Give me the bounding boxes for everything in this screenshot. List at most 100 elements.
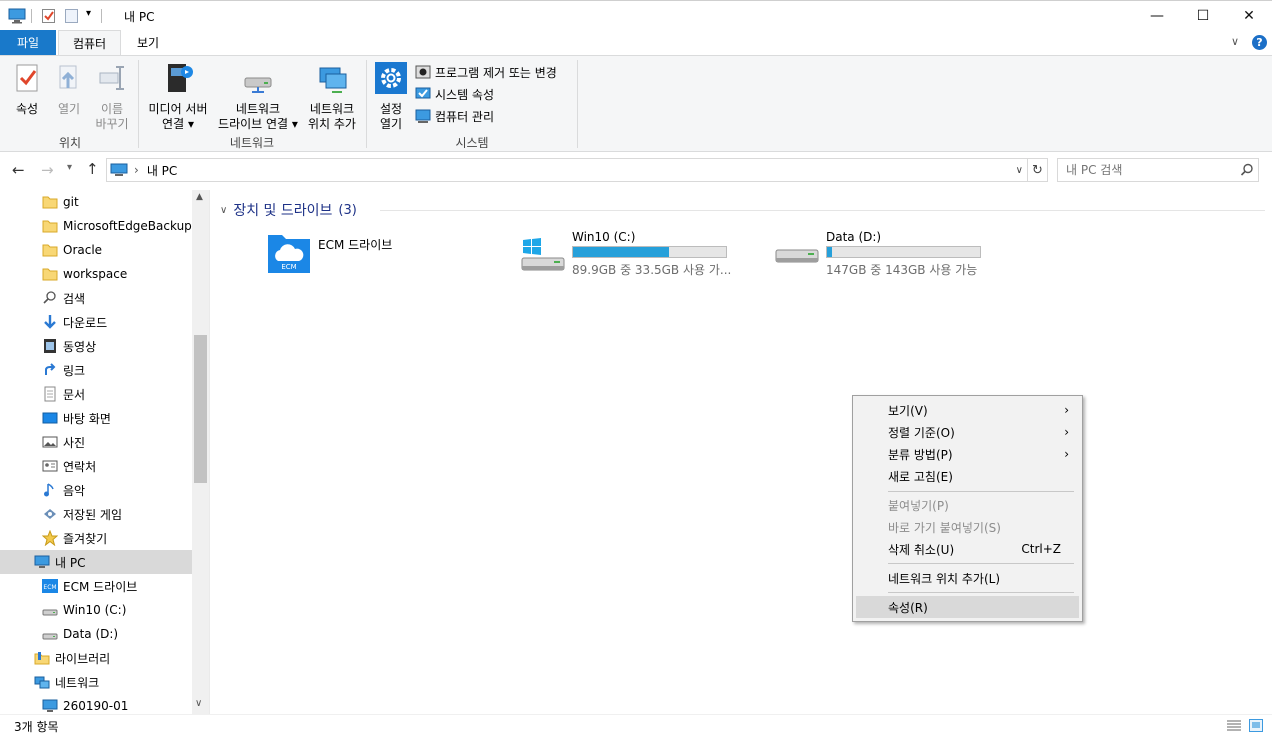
sidebar-item[interactable]: MicrosoftEdgeBackups <box>42 214 198 238</box>
navigation-pane: git MicrosoftEdgeBackups Oracle workspace 검색… <box>0 190 210 714</box>
menu-item-view[interactable]: 보기(V) › <box>856 399 1079 421</box>
menu-item-label: 삭제 취소(U) <box>888 542 955 557</box>
sidebar-scrollbar[interactable]: ▲ ∨ <box>192 190 209 714</box>
open-settings-button[interactable]: 설정 열기 <box>372 62 410 132</box>
computer-management-button[interactable]: 컴퓨터 관리 <box>415 105 557 127</box>
scrollbar-thumb[interactable] <box>194 335 207 483</box>
map-drive-icon <box>244 77 272 93</box>
ecm-icon: ECM <box>42 578 58 594</box>
sidebar-item[interactable]: 문서 <box>42 382 192 406</box>
devices-group-header[interactable]: ∨ 장치 및 드라이브 (3) <box>220 200 357 220</box>
sidebar-item[interactable]: 바탕 화면 <box>42 406 192 430</box>
up-arrow-icon[interactable]: ↑ <box>86 160 99 178</box>
sidebar-item[interactable]: git <box>42 190 192 214</box>
forward-arrow-icon[interactable]: → <box>41 161 54 179</box>
tab-computer[interactable]: 컴퓨터 <box>58 30 121 55</box>
status-bar: 3개 항목 <box>0 714 1272 737</box>
menu-item-paste-shortcut[interactable]: 바로 가기 붙여넣기(S) <box>856 516 1079 538</box>
collapse-chevron-icon[interactable]: ∨ <box>220 205 227 216</box>
collapse-ribbon-icon[interactable]: ∨ <box>1231 35 1239 48</box>
menu-item-add-network-location[interactable]: 네트워크 위치 추가(L) <box>856 567 1079 589</box>
sidebar-item[interactable]: 260190-01 <box>42 694 192 714</box>
sidebar-item-label: 연락처 <box>63 459 97 474</box>
scroll-up-icon[interactable]: ▲ <box>196 192 203 202</box>
item-count: 3개 항목 <box>14 720 59 734</box>
sidebar-item[interactable]: 검색 <box>42 286 192 310</box>
menu-separator <box>888 563 1074 564</box>
sidebar-item[interactable]: 연락처 <box>42 454 192 478</box>
properties-button[interactable]: 속성 <box>8 62 46 117</box>
menu-item-label: 새로 고침(E) <box>888 469 953 484</box>
search-input[interactable] <box>1066 163 1236 177</box>
rename-button[interactable]: 이름 바꾸기 <box>92 62 132 132</box>
sidebar-item-label: Win10 (C:) <box>63 603 127 617</box>
pc-icon <box>110 163 128 176</box>
menu-item-undo-delete[interactable]: 삭제 취소(U) Ctrl+Z <box>856 538 1079 560</box>
help-icon[interactable]: ? <box>1252 35 1267 50</box>
address-dropdown-icon[interactable]: ∨ <box>1016 165 1023 176</box>
group-divider <box>380 210 1265 211</box>
breadcrumb-current[interactable]: 내 PC <box>147 162 177 179</box>
refresh-icon[interactable]: ↻ <box>1028 158 1048 182</box>
back-arrow-icon[interactable]: ← <box>12 161 25 179</box>
tile-drive-d[interactable]: Data (D:) 147GB 중 143GB 사용 가능 <box>774 230 1004 278</box>
sidebar-item[interactable]: 저장된 게임 <box>42 502 192 526</box>
address-bar[interactable]: › 내 PC ∨ <box>106 158 1028 182</box>
tab-file[interactable]: 파일 <box>0 30 56 55</box>
new-folder-icon[interactable] <box>64 8 80 24</box>
sidebar-item[interactable]: 링크 <box>42 358 192 382</box>
folder-icon <box>42 266 58 282</box>
media-server-button[interactable]: 미디어 서버 연결 ▾ <box>142 62 214 132</box>
maximize-button[interactable]: ☐ <box>1180 1 1226 31</box>
sidebar-item[interactable]: Oracle <box>42 238 192 262</box>
properties-icon[interactable] <box>41 8 57 24</box>
tab-view[interactable]: 보기 <box>124 30 172 55</box>
sidebar-item[interactable]: 라이브러리 <box>34 646 184 670</box>
sidebar-item[interactable]: 즐겨찾기 <box>41 526 192 550</box>
map-drive-button[interactable]: 네트워크 드라이브 연결 ▾ <box>214 62 302 132</box>
search-icon[interactable] <box>1240 163 1254 177</box>
menu-item-sort-by[interactable]: 정렬 기준(O) › <box>856 421 1079 443</box>
menu-item-label: 보기(V) <box>888 403 928 418</box>
uninstall-program-button[interactable]: 프로그램 제거 또는 변경 <box>415 61 557 83</box>
breadcrumb-chevron-icon[interactable]: › <box>134 163 139 177</box>
menu-separator <box>888 491 1074 492</box>
sidebar-item[interactable]: Data (D:) <box>42 622 192 646</box>
sidebar-item[interactable]: 다운로드 <box>42 310 192 334</box>
sidebar-item[interactable]: Win10 (C:) <box>42 598 192 622</box>
map-drive-label-2: 드라이브 연결 ▾ <box>218 117 298 131</box>
sidebar-item-label: 다운로드 <box>63 315 108 330</box>
tile-name: ECM 드라이브 <box>318 238 393 252</box>
sidebar-item[interactable]: 내 PC <box>0 550 192 574</box>
menu-item-paste[interactable]: 붙여넣기(P) <box>856 494 1079 516</box>
search-box[interactable] <box>1057 158 1259 182</box>
minimize-button[interactable]: — <box>1134 1 1180 31</box>
tile-ecm-drive[interactable]: ECM ECM 드라이브 <box>266 230 486 278</box>
sidebar-item[interactable]: 네트워크 <box>34 670 184 694</box>
shortcut-text: Ctrl+Z <box>1021 542 1061 556</box>
add-network-location-button[interactable]: 네트워크 위치 추가 <box>303 62 361 132</box>
pc-icon[interactable] <box>8 8 26 24</box>
customize-qat-icon[interactable]: ▾ <box>86 8 91 19</box>
menu-item-properties[interactable]: 속성(R) <box>856 596 1079 618</box>
sidebar-item-label: MicrosoftEdgeBackups <box>63 219 199 233</box>
sidebar-item[interactable]: 음악 <box>42 478 192 502</box>
scroll-down-icon[interactable]: ∨ <box>195 698 202 709</box>
submenu-arrow-icon: › <box>1064 403 1069 417</box>
menu-item-group-by[interactable]: 분류 방법(P) › <box>856 443 1079 465</box>
recent-locations-chevron-icon[interactable]: ▾ <box>67 162 72 173</box>
sidebar-item[interactable]: 동영상 <box>42 334 192 358</box>
video-icon <box>42 338 58 354</box>
tile-drive-c[interactable]: Win10 (C:) 89.9GB 중 33.5GB 사용 가... <box>520 230 750 278</box>
sidebar-item[interactable]: 사진 <box>42 430 192 454</box>
system-properties-button[interactable]: 시스템 속성 <box>415 83 557 105</box>
menu-item-refresh[interactable]: 새로 고침(E) <box>856 465 1079 487</box>
open-button[interactable]: 열기 <box>50 62 88 117</box>
close-button[interactable]: ✕ <box>1226 1 1272 31</box>
sidebar-item-label: 동영상 <box>63 339 97 354</box>
document-icon <box>42 386 58 402</box>
sidebar-item[interactable]: ECM ECM 드라이브 <box>42 574 192 598</box>
sidebar-item[interactable]: workspace <box>42 262 192 286</box>
large-icons-view-icon[interactable] <box>1248 718 1264 733</box>
details-view-icon[interactable] <box>1226 719 1242 733</box>
